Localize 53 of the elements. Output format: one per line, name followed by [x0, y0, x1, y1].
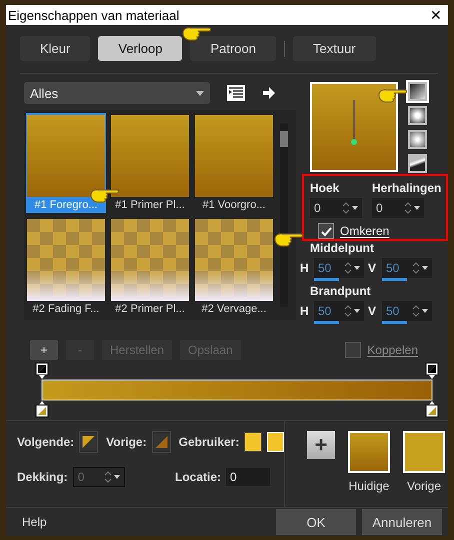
tab[interactable]: Textuur [293, 36, 376, 61]
gradient-preview[interactable] [310, 82, 398, 172]
repeats-spinner[interactable]: 0 [372, 198, 424, 218]
group-label: Middelpunt [310, 241, 375, 255]
field-label: Locatie: [174, 470, 221, 484]
tab[interactable]: Kleur [20, 36, 90, 61]
editor-button[interactable]: + [30, 340, 58, 360]
window-title: Eigenschappen van materiaal [8, 8, 180, 22]
group-label: Brandpunt [310, 284, 372, 298]
next-color-icon[interactable] [79, 431, 98, 453]
pointing-hand-icon [378, 87, 408, 105]
material-swatch[interactable] [348, 431, 390, 473]
tab[interactable]: Verloop [98, 36, 182, 61]
field-label: Gebruiker: [178, 435, 240, 449]
field-label: Hoek [310, 181, 340, 195]
gradient-editor-drawing[interactable] [35, 362, 439, 418]
direction-handle-icon[interactable] [350, 100, 358, 146]
close-button[interactable]: ✕ [430, 7, 442, 23]
axis-label: V [368, 261, 378, 275]
tab[interactable]: Patroon [190, 36, 276, 61]
spin-arrows-icon[interactable] [342, 201, 358, 215]
color-swatch[interactable] [244, 432, 262, 452]
checkbox-label: Koppelen [367, 343, 418, 357]
field-label: Volgende: [17, 435, 74, 449]
axis-label: V [368, 304, 378, 318]
swatch-label: Vorige [406, 479, 442, 493]
gradient-style-button[interactable] [408, 154, 427, 173]
gradient-style-button[interactable] [408, 82, 427, 101]
caret-icon [196, 90, 204, 96]
ok-button[interactable]: OK [276, 509, 356, 535]
spin-arrows-icon[interactable] [404, 201, 420, 215]
pointing-hand-icon [274, 231, 304, 249]
gradient-style-button[interactable] [408, 106, 427, 125]
previous-color-icon[interactable] [152, 431, 171, 453]
cancel-button[interactable]: Annuleren [362, 509, 442, 535]
axis-label: H [300, 261, 310, 275]
angle-spinner[interactable]: 0 [310, 198, 362, 218]
help-link[interactable]: Help [22, 515, 47, 529]
field-label: Vorige: [106, 435, 147, 449]
category-dropdown[interactable]: Alles [24, 82, 210, 104]
field-label: Herhalingen [372, 181, 442, 195]
pointing-hand-icon [182, 25, 212, 43]
material-swatch[interactable] [403, 431, 445, 473]
list-view-icon[interactable] [227, 85, 245, 101]
arrow-right-icon[interactable] [262, 86, 276, 100]
checkbox-label: Omkeren [340, 224, 390, 238]
add-button[interactable]: + [307, 431, 335, 459]
swatch-label: Huidige [348, 479, 390, 493]
axis-label: H [300, 304, 310, 318]
scrollbar[interactable] [280, 123, 288, 307]
location-field[interactable]: 0 [226, 468, 270, 486]
reverse-checkbox[interactable] [318, 223, 334, 239]
field-label: Dekking: [17, 470, 68, 484]
